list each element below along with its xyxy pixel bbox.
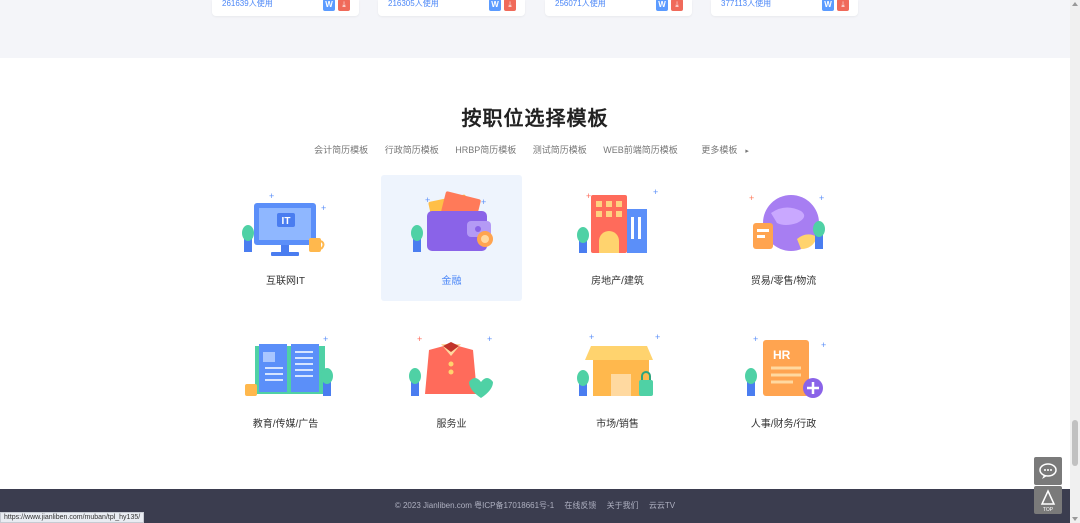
category-label: 人事/财务/行政	[750, 419, 817, 430]
usage-count: 256071人使用	[555, 0, 606, 8]
svg-text:+: +	[753, 334, 758, 344]
category-trade-retail-logistics[interactable]: + + 贸易/零售/物流	[713, 175, 854, 301]
svg-text:+: +	[655, 332, 660, 342]
tab-administration[interactable]: 行政简历模板	[385, 143, 439, 156]
wallet-icon: + +	[411, 191, 493, 252]
category-label: 市场/销售	[596, 419, 639, 430]
category-label: 教育/传媒/广告	[252, 419, 319, 430]
tab-testing[interactable]: 测试简历模板	[533, 143, 587, 156]
tab-hrbp[interactable]: HRBP简历模板	[455, 143, 516, 156]
category-label: 房地产/建筑	[591, 276, 644, 287]
svg-text:+: +	[653, 187, 658, 197]
template-cards-strip: 261639人使用 W ⤓ 216305人使用 W ⤓ 256071人使用 W …	[0, 0, 1080, 58]
tab-more-templates[interactable]: 更多模板 ▸	[694, 143, 756, 156]
position-templates-section: 按职位选择模板 会计简历模板 行政简历模板 HRBP简历模板 测试简历模板 WE…	[0, 58, 1070, 489]
footer-link-feedback[interactable]: 在线反馈	[564, 501, 596, 510]
svg-text:+: +	[586, 191, 591, 201]
svg-text:+: +	[321, 203, 326, 213]
svg-text:+: +	[821, 340, 826, 350]
open-book-icon: +	[245, 334, 333, 396]
svg-text:HR: HR	[773, 348, 791, 362]
back-to-top-button[interactable]: TOP	[1034, 486, 1062, 514]
footer-link-tv[interactable]: 云云TV	[649, 501, 675, 510]
category-education-media[interactable]: + 教育/传媒/广告	[215, 318, 356, 444]
svg-text:+: +	[323, 334, 328, 344]
hr-document-icon: HR + +	[745, 334, 826, 398]
category-label: 服务业	[436, 419, 467, 430]
category-service[interactable]: + + 服务业	[381, 318, 522, 444]
chat-button[interactable]	[1034, 457, 1062, 485]
scroll-down-arrow-icon[interactable]	[1072, 517, 1078, 521]
svg-text:+: +	[481, 197, 486, 207]
waiter-uniform-icon: + +	[409, 334, 493, 398]
category-hr-finance-admin[interactable]: HR + + 人事/财务/行政	[713, 318, 854, 444]
svg-text:TOP: TOP	[1043, 507, 1054, 513]
globe-trade-icon: + +	[749, 193, 825, 251]
svg-text:+: +	[589, 332, 594, 342]
caret-right-icon: ▸	[745, 148, 749, 155]
usage-count: 261639人使用	[222, 0, 273, 8]
svg-text:+: +	[425, 195, 430, 205]
svg-text:+: +	[269, 191, 274, 201]
svg-text:+: +	[487, 334, 492, 344]
link-status-bar: https://www.jianliben.com/muban/tpl_hy13…	[0, 512, 145, 523]
template-card[interactable]: 261639人使用 W ⤓	[212, 0, 359, 16]
category-internet-it[interactable]: IT + + 互联网IT	[215, 175, 356, 301]
usage-count: 216305人使用	[388, 0, 439, 8]
category-label: 贸易/零售/物流	[750, 276, 817, 287]
word-download-icon[interactable]: W	[489, 0, 501, 11]
more-templates-label: 更多模板	[701, 145, 738, 155]
rocket-icon: TOP	[1040, 489, 1056, 513]
svg-text:+: +	[819, 193, 824, 203]
category-finance[interactable]: + + 金融	[381, 175, 522, 301]
tab-web-frontend[interactable]: WEB前端简历模板	[603, 143, 678, 156]
svg-text:+: +	[749, 193, 754, 203]
category-label: 互联网IT	[266, 276, 305, 287]
pdf-download-icon[interactable]: ⤓	[504, 0, 516, 11]
pdf-download-icon[interactable]: ⤓	[338, 0, 350, 11]
footer-copyright: © 2023 Jianliben.com 粤ICP备17018661号-1	[394, 501, 555, 510]
svg-text:IT: IT	[282, 216, 291, 227]
scrollbar-thumb[interactable]	[1072, 420, 1078, 466]
category-label: 金融	[441, 276, 462, 287]
page-scrollbar[interactable]	[1070, 0, 1080, 523]
chat-bubble-icon	[1039, 463, 1057, 479]
pdf-download-icon[interactable]: ⤓	[671, 0, 683, 11]
svg-text:+: +	[417, 334, 422, 344]
template-card[interactable]: 377113人使用 W ⤓	[711, 0, 858, 16]
template-card[interactable]: 216305人使用 W ⤓	[378, 0, 525, 16]
storefront-icon: + +	[577, 332, 660, 396]
category-real-estate[interactable]: + + 房地产/建筑	[547, 175, 688, 301]
word-download-icon[interactable]: W	[656, 0, 668, 11]
footer: © 2023 Jianliben.com 粤ICP备17018661号-1 在线…	[0, 489, 1070, 523]
buildings-icon: + +	[577, 187, 658, 253]
template-card[interactable]: 256071人使用 W ⤓	[545, 0, 692, 16]
word-download-icon[interactable]: W	[822, 0, 834, 11]
word-download-icon[interactable]: W	[323, 0, 335, 11]
usage-count: 377113人使用	[721, 0, 772, 8]
tab-accounting[interactable]: 会计简历模板	[314, 143, 368, 156]
section-title: 按职位选择模板	[461, 108, 609, 130]
scroll-up-arrow-icon[interactable]	[1072, 2, 1078, 6]
monitor-it-icon: IT + +	[242, 191, 326, 256]
footer-link-about[interactable]: 关于我们	[607, 501, 639, 510]
pdf-download-icon[interactable]: ⤓	[837, 0, 849, 11]
category-marketing-sales[interactable]: + + 市场/销售	[547, 318, 688, 444]
position-tabs: 会计简历模板 行政简历模板 HRBP简历模板 测试简历模板 WEB前端简历模板 …	[0, 143, 1070, 156]
